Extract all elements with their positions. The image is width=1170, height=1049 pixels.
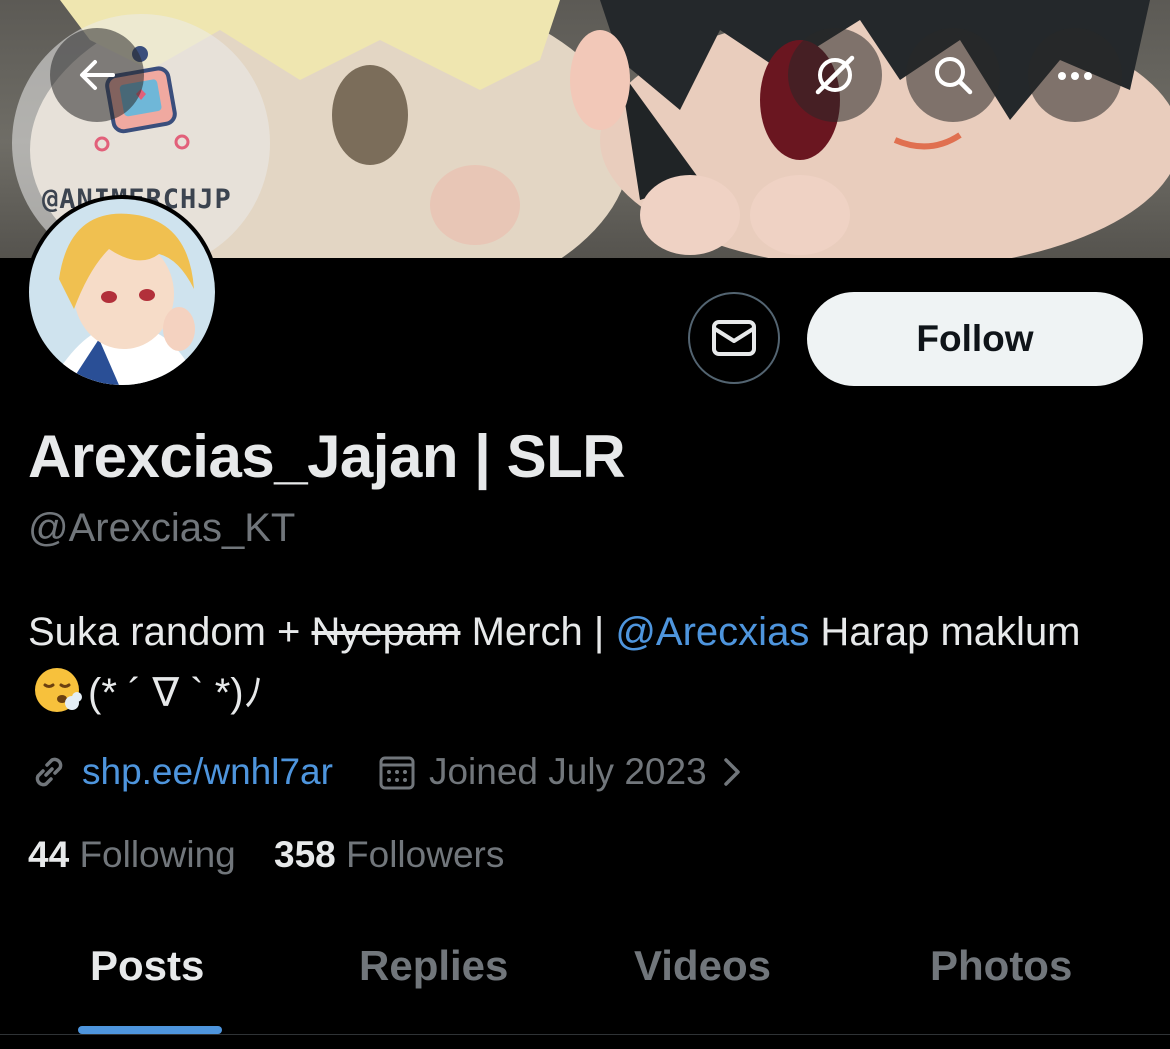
grok-icon (815, 55, 855, 95)
avatar[interactable] (25, 195, 219, 389)
followers-count: 358 (274, 834, 336, 875)
follow-button[interactable]: Follow (807, 292, 1143, 386)
profile-tabs: Posts Replies Videos Photos (0, 930, 1170, 1035)
search-button[interactable] (906, 28, 1000, 122)
followers-label: Followers (346, 834, 505, 875)
follow-stats: 44 Following 358 Followers (28, 834, 504, 876)
handle: @Arexcias_KT (28, 506, 296, 550)
more-button[interactable] (1028, 28, 1122, 122)
grok-button[interactable] (788, 28, 882, 122)
website-link[interactable]: shp.ee/wnhl7ar (82, 751, 333, 793)
bio: Suka random + Nyepam Merch | @Arecxias H… (28, 602, 1138, 733)
profile-meta: shp.ee/wnhl7ar Joined July 2023 (28, 748, 747, 796)
bio-text: Suka random + (28, 610, 312, 654)
following-stat[interactable]: 44 Following (28, 834, 236, 875)
tab-posts[interactable]: Posts (90, 942, 204, 990)
tab-divider (0, 1034, 1170, 1035)
calendar-icon (379, 756, 415, 790)
bio-strike-text: Nyepam (311, 610, 461, 654)
tab-replies[interactable]: Replies (359, 942, 508, 990)
face-exhaling-emoji (32, 665, 82, 733)
envelope-icon (712, 320, 756, 356)
arrow-left-icon (80, 60, 115, 90)
tab-photos[interactable]: Photos (930, 942, 1072, 990)
search-icon (935, 57, 973, 95)
joined-date[interactable]: Joined July 2023 (429, 751, 707, 793)
bio-kaomoji: (* ´ ∇ ` *)ﾉ (88, 671, 264, 715)
bio-text: Harap maklum (809, 610, 1081, 654)
chevron-right-icon[interactable] (717, 752, 747, 792)
back-button[interactable] (50, 28, 144, 122)
avatar-image (29, 199, 215, 385)
message-button[interactable] (688, 292, 780, 384)
active-tab-indicator (78, 1026, 222, 1034)
link-icon (35, 757, 63, 787)
followers-stat[interactable]: 358 Followers (274, 834, 504, 875)
following-label: Following (79, 834, 236, 875)
bio-text: Merch | (460, 610, 616, 654)
bio-mention-link[interactable]: @Arecxias (615, 610, 809, 654)
display-name: Arexcias_Jajan | SLR (28, 423, 626, 490)
more-horizontal-icon (1058, 72, 1092, 80)
following-count: 44 (28, 834, 70, 875)
tab-videos[interactable]: Videos (634, 942, 771, 990)
